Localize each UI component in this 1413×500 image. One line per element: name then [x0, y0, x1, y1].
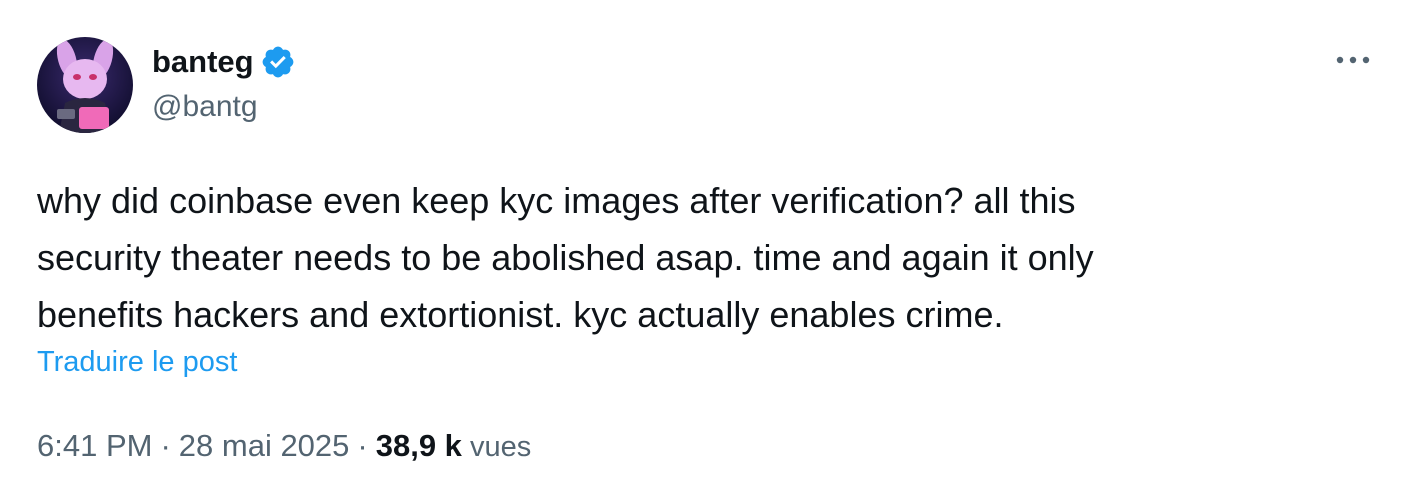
display-name[interactable]: banteg — [152, 44, 254, 80]
tweet-card: banteg @bantg why did coinbase even keep… — [0, 0, 1413, 500]
name-row: banteg — [152, 40, 296, 84]
more-options-button[interactable] — [1331, 44, 1375, 76]
meta-separator: · — [357, 428, 368, 463]
verified-badge-icon — [260, 44, 296, 80]
post-time[interactable]: 6:41 PM — [37, 428, 152, 464]
avatar[interactable] — [37, 37, 133, 133]
views-label: vues — [469, 431, 532, 463]
views-count[interactable]: 38,9 k — [376, 428, 462, 464]
user-handle[interactable]: @bantg — [152, 90, 296, 124]
avatar-image — [37, 37, 133, 133]
meta-separator: · — [160, 428, 171, 463]
translate-post-link[interactable]: Traduire le post — [37, 346, 237, 379]
more-horizontal-icon — [1336, 56, 1370, 64]
post-date[interactable]: 28 mai 2025 — [179, 428, 350, 464]
user-info: banteg @bantg — [152, 40, 296, 124]
tweet-metadata: 6:41 PM · 28 mai 2025 · 38,9 k vues — [37, 428, 531, 464]
tweet-text: why did coinbase even keep kyc images af… — [37, 180, 1094, 335]
